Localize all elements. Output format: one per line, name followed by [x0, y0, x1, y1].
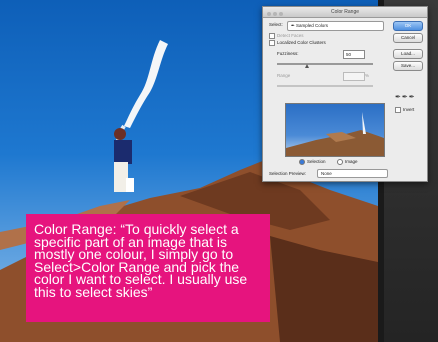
caption-box: Color Range: “To quickly select a specif…	[26, 214, 270, 322]
eyedropper-tools: ✒✒✒	[395, 93, 416, 101]
load-button[interactable]: Load...	[393, 49, 423, 59]
range-unit: %	[365, 73, 370, 78]
detect-faces-option[interactable]: Detect Faces	[269, 33, 304, 39]
fuzziness-label: Fuzziness:	[277, 51, 299, 56]
localized-clusters-label: Localized Color Clusters	[277, 40, 326, 46]
range-slider[interactable]	[277, 85, 373, 87]
invert-label: Invert	[403, 107, 415, 113]
color-range-dialog[interactable]: Color Range Select: ✒ Sampled Colors Det…	[262, 6, 428, 182]
selection-preview-label: Selection Preview:	[269, 171, 307, 176]
eyedropper-icon: ✒	[291, 23, 295, 28]
select-label: Select:	[269, 22, 283, 27]
selection-radio-option[interactable]: Selection	[299, 159, 326, 165]
invert-option[interactable]: Invert	[395, 107, 414, 113]
image-radio-option[interactable]: Image	[337, 159, 358, 165]
window-controls[interactable]	[267, 10, 285, 20]
ok-button[interactable]: OK	[393, 21, 423, 31]
range-input[interactable]	[343, 72, 365, 81]
detect-faces-label: Detect Faces	[277, 33, 304, 39]
preview-thumbnail	[286, 112, 384, 156]
fuzziness-slider-thumb[interactable]	[305, 64, 309, 68]
selection-preview-value: None	[321, 171, 332, 176]
cancel-button[interactable]: Cancel	[393, 33, 423, 43]
caption-body: “To quickly select a specific part of an…	[34, 221, 248, 300]
fuzziness-input[interactable]: 50	[343, 50, 365, 59]
streamer-cloth	[124, 40, 168, 128]
selection-preview-image[interactable]	[285, 103, 385, 157]
dialog-titlebar[interactable]: Color Range	[263, 7, 427, 18]
figure-skirt	[126, 178, 134, 192]
invert-checkbox[interactable]	[395, 107, 401, 113]
localized-clusters-option[interactable]: Localized Color Clusters	[269, 40, 326, 46]
range-label: Range	[277, 73, 291, 78]
eyedropper-minus-icon[interactable]: ✒	[409, 94, 416, 101]
eyedropper-icon[interactable]: ✒	[395, 94, 402, 101]
selection-radio[interactable]	[299, 159, 305, 165]
selection-preview-dropdown[interactable]: None	[317, 169, 388, 178]
detect-faces-checkbox[interactable]	[269, 33, 275, 39]
selection-radio-label: Selection	[307, 159, 326, 165]
figure-head	[114, 128, 126, 140]
eyedropper-plus-icon[interactable]: ✒	[402, 94, 409, 101]
figure-jacket	[114, 140, 132, 164]
save-button[interactable]: Save...	[393, 61, 423, 71]
dialog-title: Color Range	[330, 9, 360, 15]
fuzziness-slider[interactable]	[277, 63, 373, 65]
select-value: Sampled Colors	[296, 23, 329, 28]
localized-clusters-checkbox[interactable]	[269, 40, 275, 46]
figure-legs	[114, 162, 128, 192]
select-dropdown[interactable]: ✒ Sampled Colors	[287, 21, 384, 31]
image-radio[interactable]	[337, 159, 343, 165]
image-radio-label: Image	[345, 159, 358, 165]
